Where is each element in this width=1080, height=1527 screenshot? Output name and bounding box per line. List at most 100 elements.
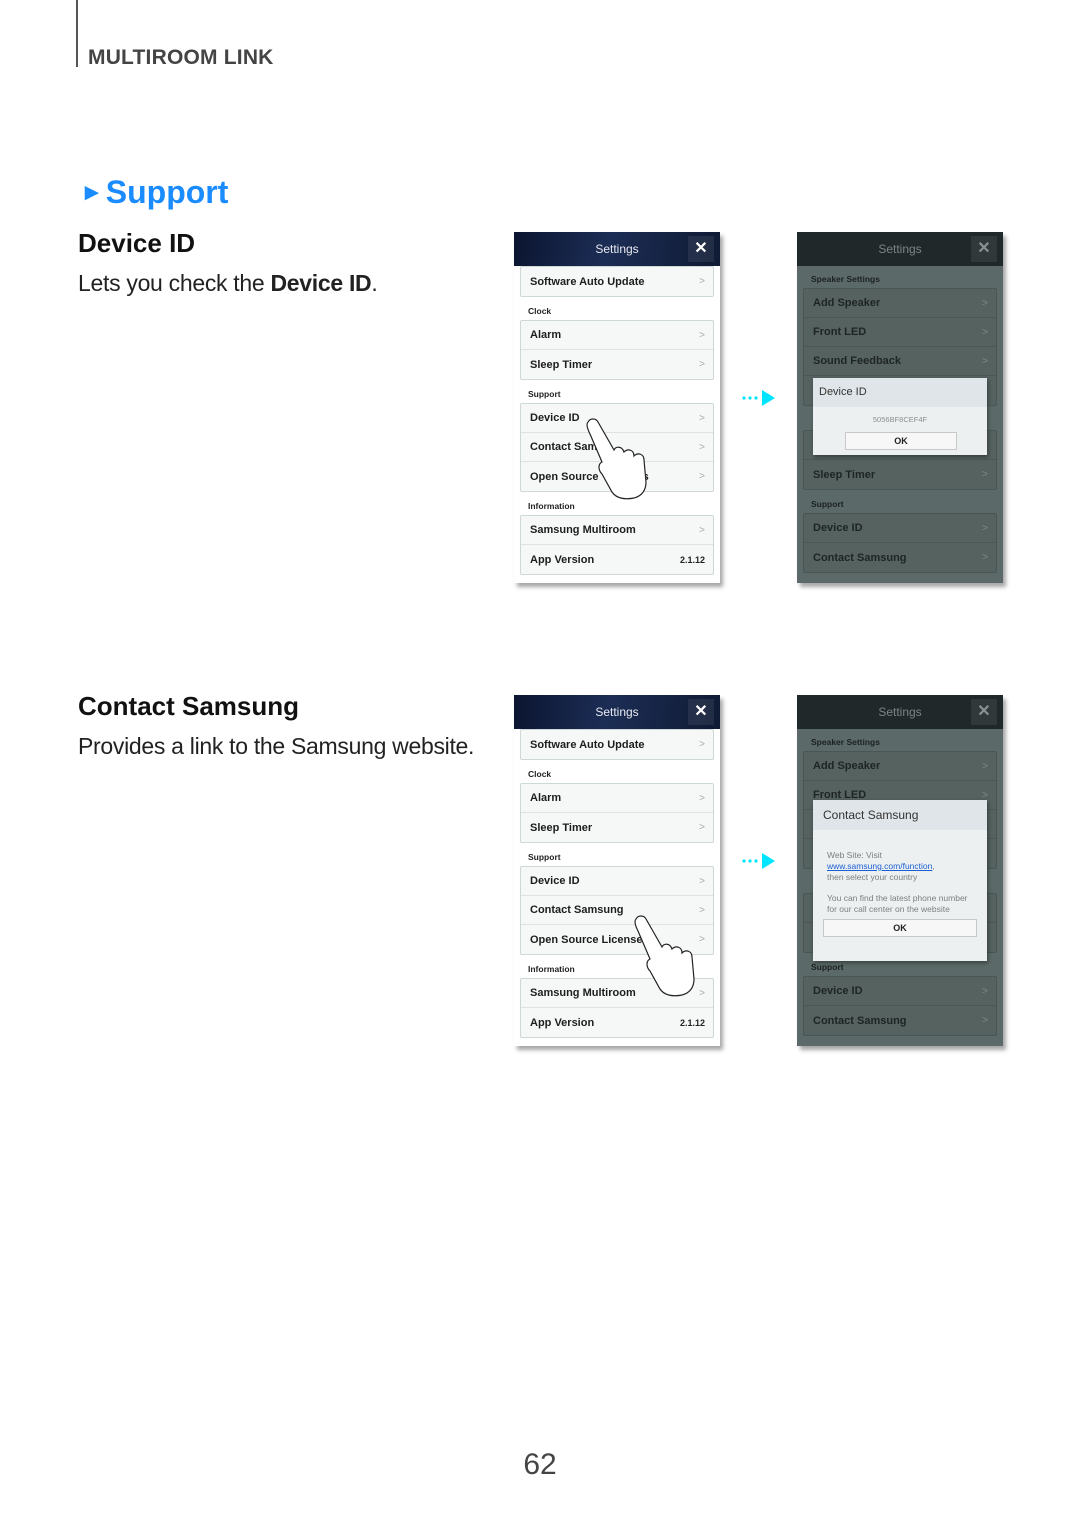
support-label: Support (528, 389, 561, 399)
chevron-right-icon: > (699, 792, 705, 804)
row-add-speaker[interactable]: Add Speaker > (804, 289, 996, 318)
chevron-right-icon: > (982, 469, 988, 480)
device-id-description: Lets you check the Device ID. (78, 270, 378, 297)
group-clock: Alarm > Sleep Timer > (520, 783, 714, 843)
row-label: Software Auto Update (530, 275, 645, 288)
chevron-right-icon: > (982, 789, 988, 801)
row-alarm[interactable]: Alarm > (521, 321, 713, 350)
group-support: Device ID > Contact Samsung > (803, 976, 997, 1036)
dialog-title: Device ID (813, 378, 987, 407)
website-label: Web Site: Visit (827, 850, 882, 860)
desc-text: Lets you check the (78, 270, 271, 296)
row-sleep-timer[interactable]: Sleep Timer > (521, 350, 713, 379)
chevron-right-icon: > (699, 904, 705, 916)
row-software-auto-update[interactable]: Software Auto Update > (521, 267, 713, 296)
website-line: www.samsung.com/function, (827, 861, 977, 872)
row-contact-samsung[interactable]: Contact Samsung > (804, 1006, 996, 1035)
chevron-right-icon: > (699, 412, 705, 424)
settings-title: Settings (595, 242, 639, 256)
row-device-id[interactable]: Device ID > (521, 867, 713, 896)
row-label: Add Speaker (813, 297, 881, 309)
contact-samsung-description: Provides a link to the Samsung website. (78, 733, 475, 759)
chevron-right-icon: > (982, 985, 988, 997)
page-number: 62 (523, 1448, 557, 1481)
row-add-speaker[interactable]: Add Speaker > (804, 752, 996, 781)
close-icon[interactable]: ✕ (688, 236, 714, 262)
speaker-settings-label: Speaker Settings (811, 274, 880, 284)
device-id-heading: Device ID (78, 228, 196, 258)
row-label: Front LED (813, 326, 867, 338)
clock-label: Clock (528, 769, 552, 779)
row-label: Sound Feedback (813, 355, 902, 367)
dialog-title: Contact Samsung (813, 800, 987, 830)
settings-title: Settings (595, 705, 639, 719)
tap-hand-icon (634, 915, 695, 997)
close-icon[interactable]: ✕ (971, 699, 997, 725)
chevron-right-icon: > (982, 1015, 988, 1026)
settings-screenshot-1: Settings ✕ Software Auto Update > Clock A… (514, 232, 720, 583)
chevron-right-icon: > (982, 297, 988, 309)
row-label: Contact Samsung (530, 904, 624, 916)
settings-titlebar: Settings ✕ (514, 232, 720, 266)
row-label: Software Auto Update (530, 738, 645, 751)
row-label: Sleep Timer (813, 468, 876, 481)
row-label: App Version (530, 553, 595, 566)
row-alarm[interactable]: Alarm > (521, 784, 713, 813)
row-label: Alarm (530, 329, 562, 341)
row-sleep-timer[interactable]: Sleep Timer > (521, 813, 713, 842)
row-front-led[interactable]: Front LED > (804, 318, 996, 347)
row-label: Samsung Multiroom (530, 524, 636, 536)
settings-titlebar: Settings ✕ (797, 232, 1003, 266)
device-id-dialog: Device ID 5056BF8CEF4F OK (813, 378, 987, 455)
contact-samsung-heading: Contact Samsung (78, 691, 300, 721)
next-step-arrow-icon (742, 853, 775, 869)
header-rule (76, 0, 78, 67)
settings-title: Settings (878, 705, 922, 719)
desc-suffix: . (371, 270, 378, 296)
row-label: Samsung Multiroom (530, 987, 636, 999)
row-contact-samsung[interactable]: Contact Samsung > (804, 543, 996, 572)
group-update: Software Auto Update > (520, 266, 714, 297)
speaker-settings-screenshot-2: Settings ✕ Speaker Settings Add Speaker >… (797, 695, 1003, 1046)
section-title: ► Support (80, 174, 228, 211)
contact-samsung-dialog: Contact Samsung Web Site: Visit www.sams… (813, 800, 987, 961)
group-information: Samsung Multiroom > App Version 2.1.12 (520, 515, 714, 575)
chevron-right-icon: > (699, 471, 705, 482)
app-version-value: 2.1.12 (679, 1017, 705, 1028)
ok-button[interactable]: OK (823, 919, 977, 937)
row-app-version: App Version 2.1.12 (521, 545, 713, 574)
row-label: Device ID (813, 522, 863, 534)
row-label: Sleep Timer (530, 358, 593, 371)
chevron-right-icon: > (982, 326, 988, 338)
row-label: Device ID (530, 412, 580, 424)
call-center-text: You can find the latest phone number for… (827, 893, 968, 914)
row-label: Sleep Timer (530, 821, 593, 834)
right-triangle-icon: ► (80, 178, 104, 206)
row-sound-feedback[interactable]: Sound Feedback > (804, 347, 996, 376)
settings-titlebar: Settings ✕ (797, 695, 1003, 729)
select-country-text: then select your country (827, 872, 918, 882)
chevron-right-icon: > (982, 355, 988, 367)
chapter-title: MULTIROOM LINK (88, 46, 274, 69)
group-update: Software Auto Update > (520, 729, 714, 760)
row-app-version: App Version 2.1.12 (521, 1008, 713, 1037)
row-samsung-multiroom[interactable]: Samsung Multiroom > (521, 516, 713, 545)
row-software-auto-update[interactable]: Software Auto Update > (521, 730, 713, 759)
row-device-id[interactable]: Device ID > (804, 514, 996, 543)
row-sleep-timer[interactable]: Sleep Timer > (804, 460, 996, 489)
chevron-right-icon: > (699, 276, 705, 287)
row-label: Contact Samsung (813, 551, 907, 564)
settings-titlebar: Settings ✕ (514, 695, 720, 729)
row-device-id[interactable]: Device ID > (804, 977, 996, 1006)
desc-bold: Device ID (270, 270, 372, 296)
samsung-website-link[interactable]: www.samsung.com/function (827, 861, 932, 871)
ok-button[interactable]: OK (845, 432, 957, 450)
settings-screenshot-2: Settings ✕ Software Auto Update > Clock A… (514, 695, 720, 1046)
close-icon[interactable]: ✕ (688, 699, 714, 725)
row-label: Alarm (530, 792, 562, 804)
settings-title: Settings (878, 242, 922, 256)
chevron-right-icon: > (699, 359, 705, 370)
close-icon[interactable]: ✕ (971, 236, 997, 262)
app-version-value: 2.1.12 (679, 554, 705, 565)
support-label: Support (811, 499, 844, 509)
